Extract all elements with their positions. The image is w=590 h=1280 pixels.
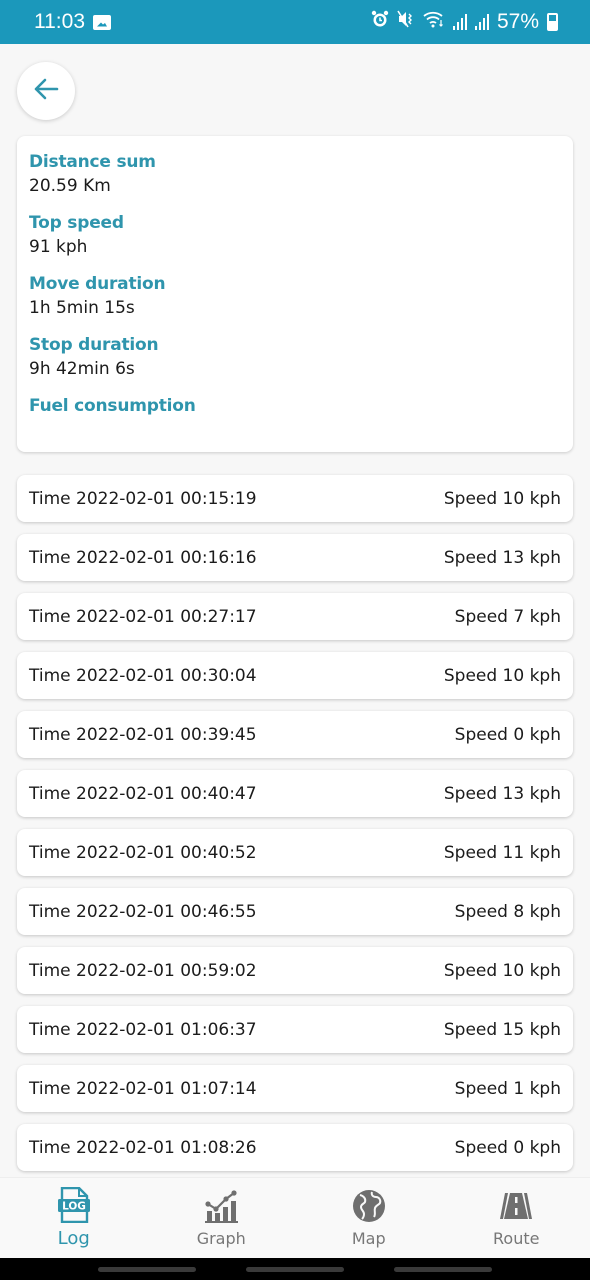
log-speed: Speed 0 kph [454,1137,561,1158]
road-icon [499,1189,533,1223]
log-speed: Speed 10 kph [443,960,561,981]
summary-label: Move duration [29,274,166,294]
log-speed: Speed 10 kph [443,488,561,509]
summary-value: 91 kph [29,237,88,257]
back-button[interactable] [17,62,75,120]
summary-label: Stop duration [29,335,159,355]
log-row[interactable]: Time 2022-02-01 00:59:02 Speed 10 kph [17,947,573,994]
log-speed: Speed 15 kph [443,1019,561,1040]
alarm-icon [371,10,389,34]
nav-tab-log[interactable]: LOG Log [0,1186,147,1249]
summary-fuel-consumption: Fuel consumption [29,394,561,443]
wifi-icon [423,10,445,34]
summary-card: Distance sum 20.59 Km Top speed 91 kph M… [17,136,573,452]
log-row[interactable]: Time 2022-02-01 00:40:47 Speed 13 kph [17,770,573,817]
recents-button[interactable] [98,1266,196,1272]
log-speed: Speed 8 kph [454,901,561,922]
signal-icon [452,14,467,30]
arrow-left-icon [33,78,59,105]
nav-label: Log [57,1227,90,1249]
summary-label: Top speed [29,213,124,233]
summary-distance: Distance sum 20.59 Km [29,150,561,199]
log-time: Time 2022-02-01 00:27:17 [29,606,257,627]
summary-label: Fuel consumption [29,396,196,416]
log-row[interactable]: Time 2022-02-01 01:08:26 Speed 0 kph [17,1124,573,1171]
log-time: Time 2022-02-01 01:08:26 [29,1137,257,1158]
globe-icon [352,1189,386,1223]
battery-percent: 57% [496,10,539,33]
log-time: Time 2022-02-01 01:06:37 [29,1019,257,1040]
log-speed: Speed 1 kph [454,1078,561,1099]
summary-value: 1h 5min 15s [29,298,135,318]
log-time: Time 2022-02-01 00:40:52 [29,842,257,863]
log-list[interactable]: Time 2022-02-01 00:15:19 Speed 10 kph Tim… [17,475,573,1183]
log-speed: Speed 10 kph [443,665,561,686]
log-speed: Speed 13 kph [443,547,561,568]
nav-tab-graph[interactable]: Graph [148,1189,295,1248]
log-row[interactable]: Time 2022-02-01 00:39:45 Speed 0 kph [17,711,573,758]
nav-tab-map[interactable]: Map [295,1189,442,1248]
bottom-nav: LOG Log Graph Map Route [0,1177,590,1258]
nav-label: Map [351,1228,386,1248]
log-row[interactable]: Time 2022-02-01 01:07:14 Speed 1 kph [17,1065,573,1112]
log-row[interactable]: Time 2022-02-01 00:27:17 Speed 7 kph [17,593,573,640]
summary-top-speed: Top speed 91 kph [29,211,561,260]
log-time: Time 2022-02-01 00:40:47 [29,783,257,804]
chart-icon [204,1189,239,1223]
summary-stop-duration: Stop duration 9h 42min 6s [29,333,561,382]
log-file-icon: LOG [57,1186,91,1223]
home-button[interactable] [246,1266,344,1272]
log-speed: Speed 0 kph [454,724,561,745]
log-time: Time 2022-02-01 00:59:02 [29,960,257,981]
log-time: Time 2022-02-01 00:30:04 [29,665,257,686]
battery-icon [547,13,558,31]
system-nav-bar [0,1258,590,1280]
svg-text:LOG: LOG [62,1200,86,1212]
status-bar: 11:03 57% [0,0,590,44]
summary-value: 9h 42min 6s [29,359,135,379]
log-time: Time 2022-02-01 00:46:55 [29,901,257,922]
nav-label: Route [493,1228,540,1248]
log-speed: Speed 13 kph [443,783,561,804]
summary-value: 20.59 Km [29,176,111,196]
log-speed: Speed 11 kph [443,842,561,863]
nav-tab-route[interactable]: Route [443,1189,590,1248]
log-row[interactable]: Time 2022-02-01 00:46:55 Speed 8 kph [17,888,573,935]
log-time: Time 2022-02-01 01:07:14 [29,1078,257,1099]
log-row[interactable]: Time 2022-02-01 01:06:37 Speed 15 kph [17,1006,573,1053]
image-icon [93,14,111,30]
log-speed: Speed 7 kph [454,606,561,627]
system-back-button[interactable] [394,1266,492,1272]
summary-label: Distance sum [29,152,156,172]
signal-icon [474,14,489,30]
log-row[interactable]: Time 2022-02-01 00:15:19 Speed 10 kph [17,475,573,522]
mute-vibrate-icon [397,10,415,34]
log-time: Time 2022-02-01 00:15:19 [29,488,257,509]
log-time: Time 2022-02-01 00:39:45 [29,724,257,745]
log-time: Time 2022-02-01 00:16:16 [29,547,257,568]
log-row[interactable]: Time 2022-02-01 00:16:16 Speed 13 kph [17,534,573,581]
summary-move-duration: Move duration 1h 5min 15s [29,272,561,321]
clock: 11:03 [34,10,85,33]
log-row[interactable]: Time 2022-02-01 00:30:04 Speed 10 kph [17,652,573,699]
summary-value [29,418,561,443]
log-row[interactable]: Time 2022-02-01 00:40:52 Speed 11 kph [17,829,573,876]
nav-label: Graph [196,1228,246,1248]
